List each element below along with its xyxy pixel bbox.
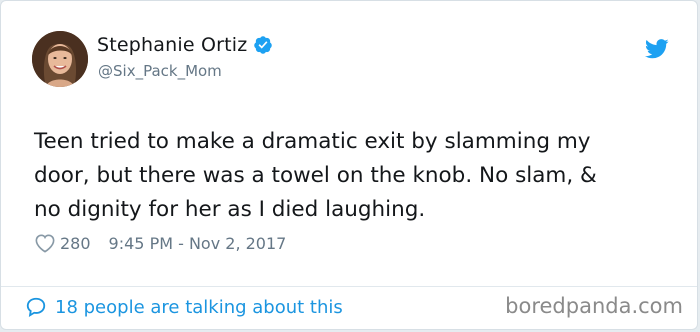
tweet-text: Teen tried to make a dramatic exit by sl… bbox=[34, 125, 674, 227]
tweet-card: Stephanie Ortiz @Six_Pack_Mom Teen tried… bbox=[0, 0, 698, 330]
author-name[interactable]: Stephanie Ortiz bbox=[97, 34, 247, 56]
like-count: 280 bbox=[60, 233, 91, 253]
tweet-meta: 280 9:45 PM - Nov 2, 2017 bbox=[34, 233, 286, 253]
talking-link[interactable]: 18 people are talking about this bbox=[25, 296, 343, 318]
verified-badge-icon bbox=[254, 36, 273, 54]
footer-divider bbox=[1, 286, 697, 287]
speech-bubble-icon bbox=[26, 297, 46, 318]
heart-icon[interactable] bbox=[34, 233, 56, 253]
twitter-bird-icon[interactable] bbox=[645, 39, 669, 59]
tweet-timestamp[interactable]: 9:45 PM - Nov 2, 2017 bbox=[109, 234, 287, 253]
talking-label: 18 people are talking about this bbox=[55, 296, 343, 318]
author-row: Stephanie Ortiz bbox=[97, 34, 273, 56]
tweet-text-line: Teen tried to make a dramatic exit by sl… bbox=[34, 129, 591, 154]
author-handle[interactable]: @Six_Pack_Mom bbox=[98, 62, 222, 80]
avatar[interactable] bbox=[32, 31, 88, 87]
tweet-text-line: door, but there was a towel on the knob.… bbox=[34, 163, 597, 188]
tweet-text-line: no dignity for her as I died laughing. bbox=[34, 197, 426, 222]
watermark: boredpanda.com bbox=[505, 294, 683, 318]
